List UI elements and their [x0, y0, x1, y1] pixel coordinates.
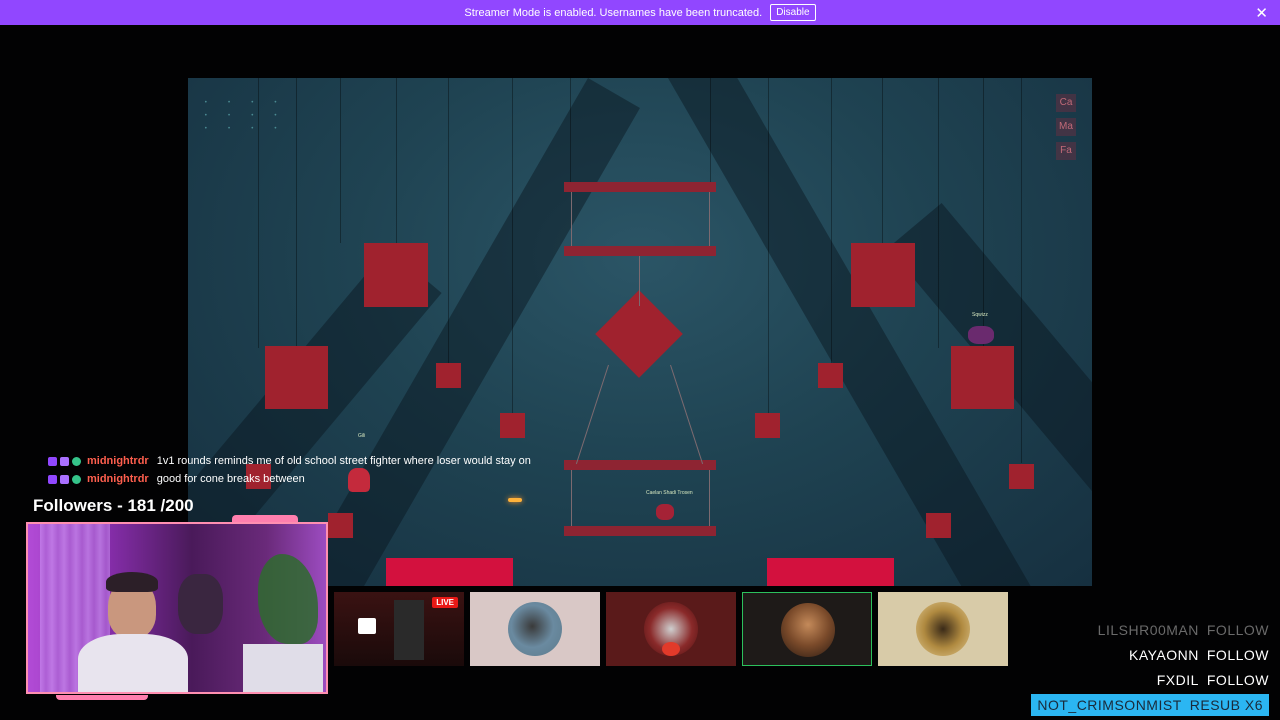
player-tag: Fa	[1056, 142, 1076, 160]
emote-badge-icon	[72, 474, 81, 484]
hanging-block	[951, 346, 1014, 409]
live-badge: LIVE	[432, 597, 458, 608]
hanging-block	[500, 413, 525, 438]
game-viewport: • • • • • • • • • • • • Ca Ma Fa Gili Sq…	[188, 78, 1092, 586]
hanging-block	[818, 363, 843, 388]
prime-badge-icon	[60, 456, 69, 466]
banner-message: Streamer Mode is enabled. Usernames have…	[464, 6, 763, 19]
event-action: FOLLOW	[1206, 647, 1269, 663]
emote-badge-icon	[72, 456, 81, 466]
floor-block	[767, 558, 894, 586]
hanging-block	[1009, 464, 1034, 489]
hanging-block	[265, 346, 328, 409]
disable-streamer-mode-button[interactable]: Disable	[770, 4, 816, 21]
chat-username[interactable]: midnightrdr	[87, 452, 149, 470]
live-stream-card[interactable]: LIVE	[334, 592, 464, 666]
avatar-card[interactable]	[470, 592, 600, 666]
event-action: RESUB X6	[1189, 697, 1263, 713]
hanging-block	[436, 363, 461, 388]
chat-text: 1v1 rounds reminds me of old school stre…	[156, 455, 531, 467]
chat-overlay: midnightrdr 1v1 rounds reminds me of old…	[48, 452, 531, 488]
event-action: FOLLOW	[1206, 672, 1269, 688]
player-tag: Ca	[1056, 94, 1076, 112]
streamer-mode-banner: Streamer Mode is enabled. Usernames have…	[0, 0, 1280, 25]
chat-text: good for cone breaks between	[156, 473, 305, 485]
event-item: KAYAONN FOLLOW	[1031, 643, 1269, 668]
hanging-block	[851, 243, 915, 307]
event-user: LILSHR00MAN	[1097, 622, 1199, 638]
platform	[564, 182, 716, 192]
webcam-accent	[56, 695, 148, 700]
platform	[564, 526, 716, 536]
event-item-highlight: NOT_CRIMSONMIST RESUB X6	[1031, 694, 1269, 716]
webcam-feed	[26, 522, 328, 694]
event-item: LILSHR00MAN FOLLOW	[1031, 618, 1269, 643]
event-feed: LILSHR00MAN FOLLOW KAYAONN FOLLOW FXDIL FOL…	[1031, 618, 1269, 718]
event-action: FOLLOW	[1206, 622, 1269, 638]
hud-dots: • • • • • • • • • • • •	[204, 99, 286, 132]
platform	[564, 246, 716, 256]
hanging-block	[755, 413, 780, 438]
avatar-card[interactable]	[878, 592, 1008, 666]
event-item: FXDIL FOLLOW	[1031, 668, 1269, 693]
hanging-block	[926, 513, 951, 538]
followers-goal: Followers - 181 /200	[33, 496, 194, 515]
chat-username[interactable]: midnightrdr	[87, 470, 149, 488]
player-name: Sqwizz	[972, 312, 988, 318]
avatar-card[interactable]	[606, 592, 736, 666]
player-name: Caelan Shadi Trosen	[646, 490, 693, 496]
player-character	[656, 504, 674, 520]
player-character	[968, 326, 994, 344]
close-icon[interactable]: ✕	[1255, 4, 1268, 22]
twitch-badge-icon	[48, 474, 57, 484]
avatar-row: LIVE	[334, 592, 1008, 666]
player-tag: Ma	[1056, 118, 1076, 136]
event-user: KAYAONN	[1128, 647, 1199, 663]
floor-block	[386, 558, 513, 586]
avatar-card[interactable]	[742, 592, 872, 666]
twitch-badge-icon	[48, 456, 57, 466]
hanging-block	[364, 243, 428, 307]
prime-badge-icon	[60, 474, 69, 484]
player-name: Gili	[358, 433, 366, 439]
chat-message: midnightrdr 1v1 rounds reminds me of old…	[48, 452, 531, 470]
projectile	[508, 498, 522, 502]
player-tags: Ca Ma Fa	[1056, 94, 1076, 160]
event-user: NOT_CRIMSONMIST	[1037, 697, 1182, 713]
hanging-block	[328, 513, 353, 538]
platform	[564, 460, 716, 470]
event-user: FXDIL	[1156, 672, 1199, 688]
chat-message: midnightrdr good for cone breaks between	[48, 470, 531, 488]
